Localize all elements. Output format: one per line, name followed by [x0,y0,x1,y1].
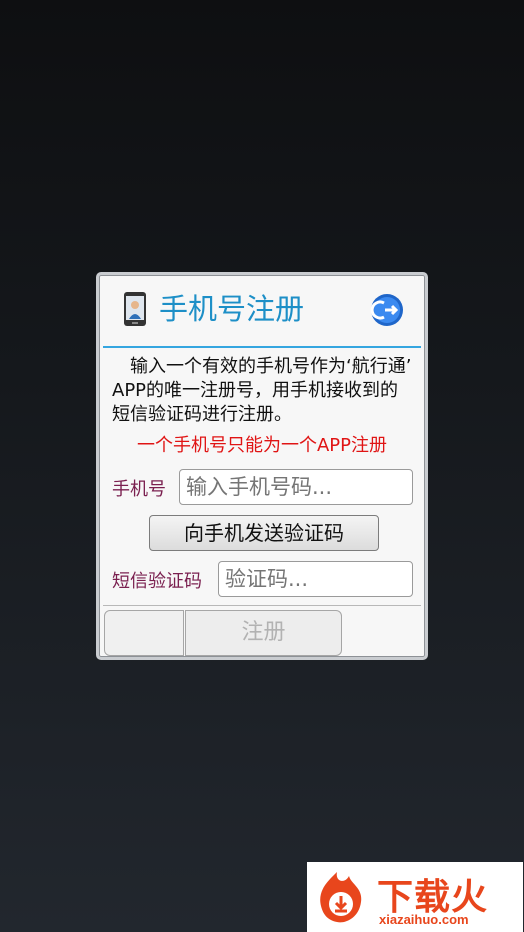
description-text: 输入一个有效的手机号作为‘航行通’ APP的唯一注册号，用手机接收到的短信验证码… [112,356,412,425]
sms-label: 短信验证码 [112,571,202,592]
watermark: 下载火 xiazaihuo.com [307,862,523,932]
register-button[interactable]: 注册 [185,610,342,656]
footer-left-button[interactable] [104,610,184,656]
phone-input[interactable] [179,469,413,505]
phone-icon [124,292,146,326]
header-divider [103,346,421,348]
watermark-domain: xiazaihuo.com [379,912,469,927]
dialog-header: 手机号注册 [99,275,425,347]
warning-text: 一个手机号只能为一个APP注册 [136,435,388,456]
send-code-button[interactable]: 向手机发送验证码 [149,515,379,551]
footer-divider [103,605,421,606]
fire-logo-icon [320,872,362,923]
exit-icon[interactable] [370,293,404,327]
dialog-title: 手机号注册 [159,292,305,326]
sms-code-input[interactable] [218,561,413,597]
register-dialog: 手机号注册 输入一个有效的手机号作为‘航行通’ APP的唯一注册号，用手机接收到… [96,272,428,660]
phone-label: 手机号 [112,479,166,500]
